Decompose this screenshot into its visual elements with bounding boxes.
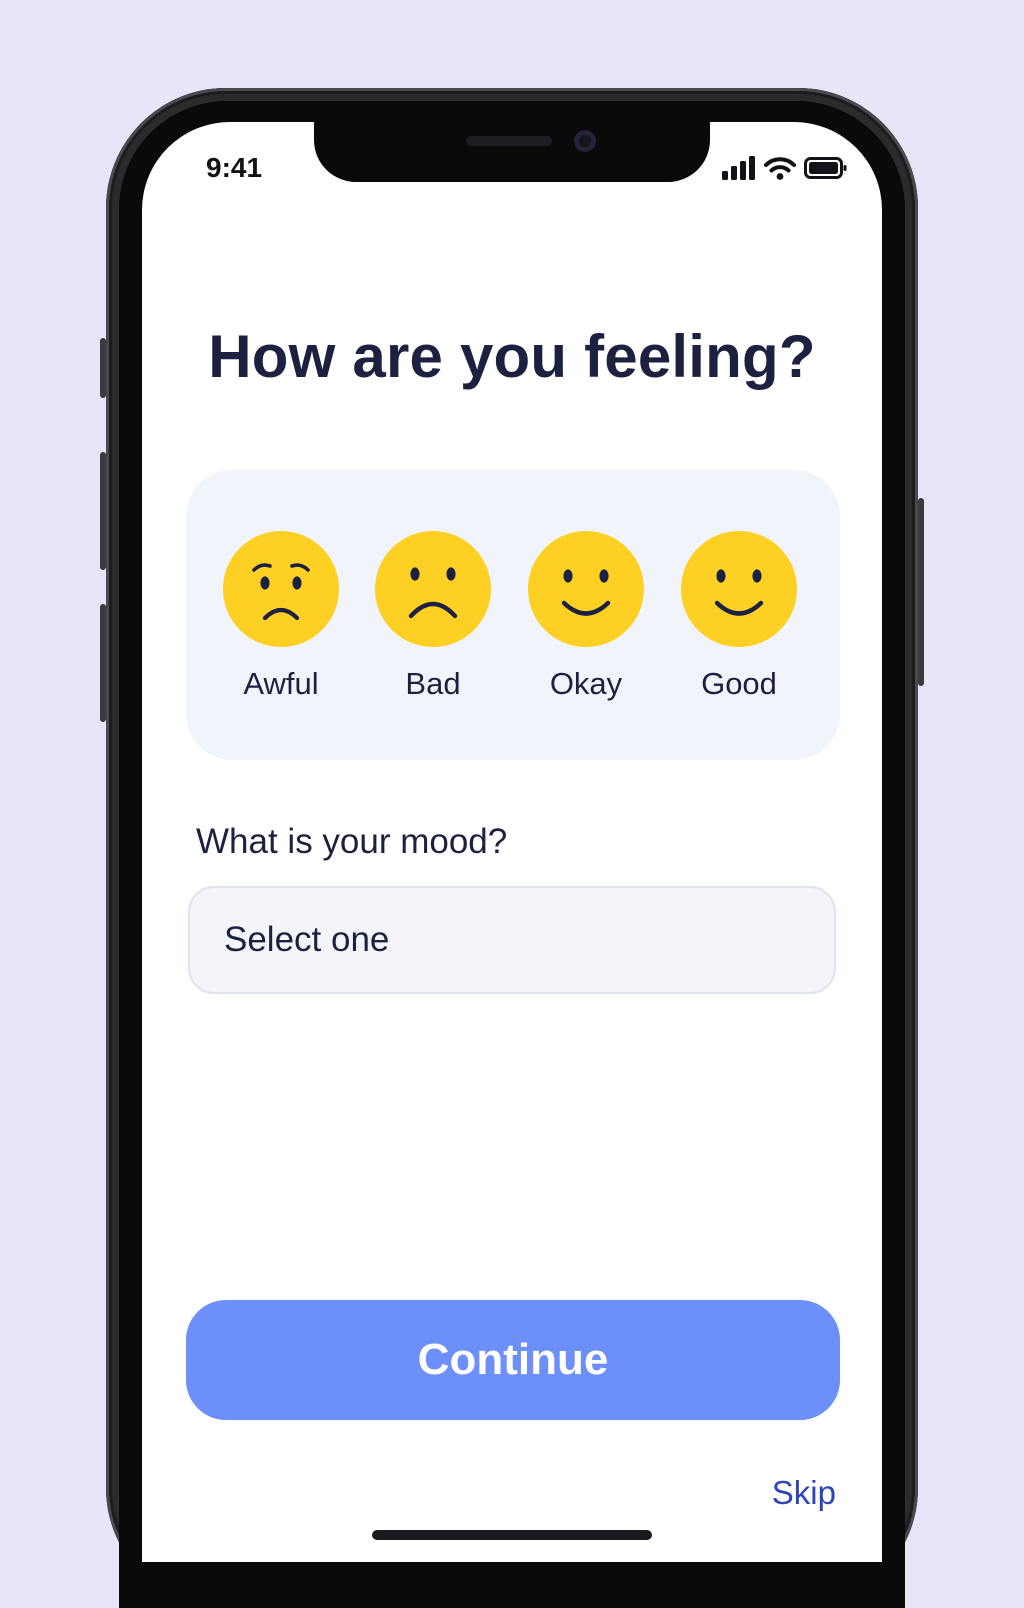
mood-option-good[interactable]: Good <box>674 530 804 702</box>
smiling-face-icon <box>681 531 797 647</box>
mood-option-awful[interactable]: Awful <box>216 530 346 702</box>
worried-face-icon <box>223 531 339 647</box>
wifi-icon <box>764 157 796 180</box>
mood-option-bad[interactable]: Bad <box>368 530 498 702</box>
status-time: 9:41 <box>206 152 263 183</box>
status-icons <box>722 156 848 180</box>
front-camera <box>574 130 596 152</box>
smiling-face-icon <box>528 531 644 647</box>
continue-button[interactable]: Continue <box>186 1300 840 1420</box>
mood-select-value: Select one <box>224 920 390 959</box>
skip-link[interactable]: Skip <box>772 1474 836 1512</box>
phone-frame: 9:41 How are you feeling? Awful Bad Okay… <box>100 88 924 1608</box>
volume-down-button <box>100 604 106 722</box>
mood-label: Good <box>701 666 777 701</box>
notch <box>314 122 710 182</box>
frowning-face-icon <box>375 531 491 647</box>
page-title: How are you feeling? <box>208 323 816 390</box>
mood-field-label: What is your mood? <box>196 822 508 861</box>
app-screen: 9:41 How are you feeling? Awful Bad Okay… <box>142 122 882 1562</box>
silent-switch <box>100 338 106 398</box>
mood-label: Bad <box>405 666 461 701</box>
home-indicator <box>372 1530 652 1540</box>
battery-icon <box>804 157 847 179</box>
mood-option-okay[interactable]: Okay <box>521 530 651 702</box>
cellular-signal-icon <box>722 156 755 180</box>
volume-up-button <box>100 452 106 570</box>
speaker-grille <box>466 136 552 146</box>
mood-select[interactable]: Select one <box>188 886 836 994</box>
mood-label: Okay <box>549 666 623 701</box>
mood-picker: Awful Bad Okay Good <box>186 470 840 760</box>
power-button <box>918 498 924 686</box>
mood-label: Awful <box>243 666 319 701</box>
